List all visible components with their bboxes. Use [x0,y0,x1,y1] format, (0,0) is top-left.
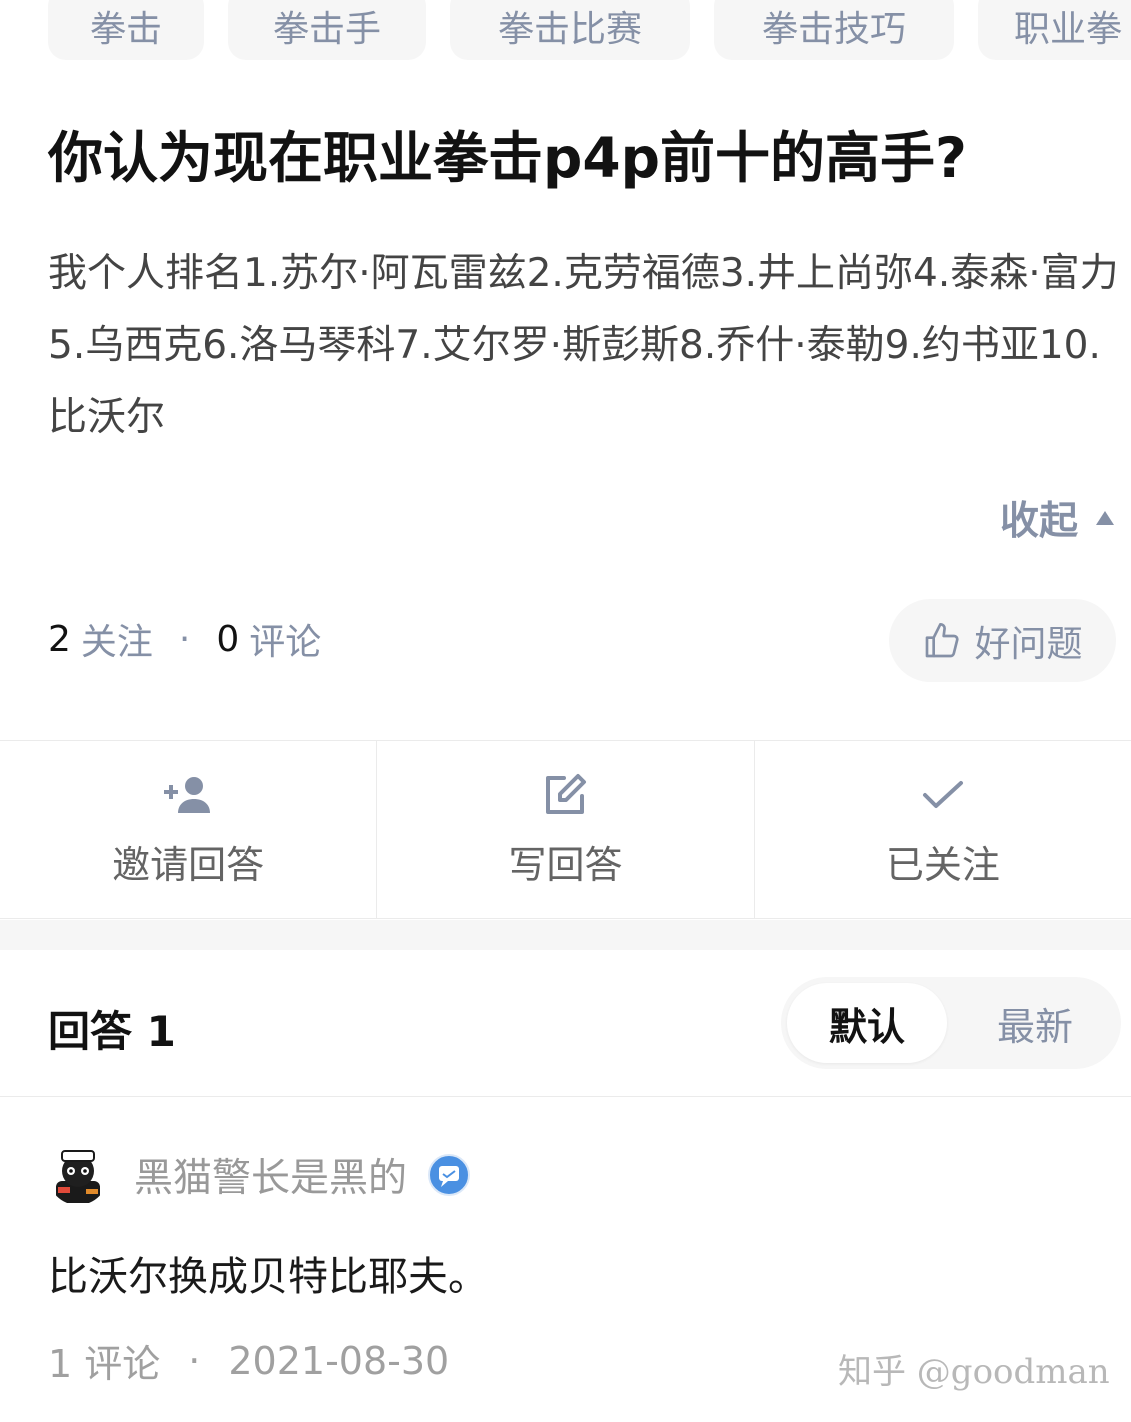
collapse-button[interactable]: 收起 [1000,490,1115,546]
add-user-icon [164,777,211,813]
verified-badge-icon [428,1154,471,1196]
good-question-label: 好问题 [974,623,1083,665]
topic-tag[interactable]: 职业拳 [978,0,1131,60]
stats-separator: · [178,618,191,660]
sort-toggle: 默认 最新 [781,977,1121,1069]
section-divider [0,920,1131,950]
topic-tag[interactable]: 拳击技巧 [714,0,954,60]
answers-count-title: 回答 1 [48,1007,176,1056]
followers-label[interactable]: 关注 [81,613,153,665]
write-answer-label: 写回答 [508,843,623,887]
comments-label[interactable]: 评论 [249,613,321,665]
question-title: 你认为现在职业拳击p4p前十的高手? [48,126,967,190]
check-icon [922,781,963,808]
follow-label: 已关注 [885,843,1000,887]
avatar[interactable] [48,1145,108,1205]
topic-tag[interactable]: 拳击比赛 [450,0,690,60]
edit-icon [546,774,587,814]
question-description: 我个人排名1.苏尔·阿瓦雷兹2.克劳福德3.井上尚弥4.泰森·富力5.乌西克6.… [48,251,1119,440]
topic-tags: 拳击 拳击手 拳击比赛 拳击技巧 职业拳 [0,0,1131,62]
invite-answer-button[interactable]: 邀请回答 [0,741,376,918]
triangle-up-icon [1096,511,1115,525]
answer-comments-link[interactable]: 1 评论 [48,1333,160,1388]
sort-default-button[interactable]: 默认 [787,983,947,1063]
comments-count: 0 [216,618,240,660]
collapse-label: 收起 [1000,499,1079,544]
good-question-button[interactable]: 好问题 [889,599,1116,682]
followers-count: 2 [48,618,71,660]
author-name: 黑猫警长是黑的 [134,1156,408,1201]
topic-tag[interactable]: 拳击 [48,0,204,60]
invite-answer-label: 邀请回答 [112,843,265,887]
answer-author[interactable]: 黑猫警长是黑的 [48,1145,471,1205]
thumb-up-icon [926,622,960,657]
meta-separator: · [188,1338,201,1383]
sort-latest-button[interactable]: 最新 [955,983,1115,1063]
watermark: 知乎 @goodman [838,1352,1110,1392]
answers-header: 回答 1 默认 最新 [0,950,1131,1097]
question-stats: 2 关注 · 0 评论 [48,613,321,665]
answer-meta: 1 评论 · 2021-08-30 [48,1333,449,1388]
action-bar: 邀请回答 写回答 已关注 [0,740,1131,919]
answer-content[interactable]: 比沃尔换成贝特比耶夫。 [48,1244,488,1302]
topic-tag[interactable]: 拳击手 [228,0,426,60]
answer-date: 2021-08-30 [228,1338,450,1383]
follow-button[interactable]: 已关注 [753,741,1131,918]
write-answer-button[interactable]: 写回答 [376,741,753,918]
